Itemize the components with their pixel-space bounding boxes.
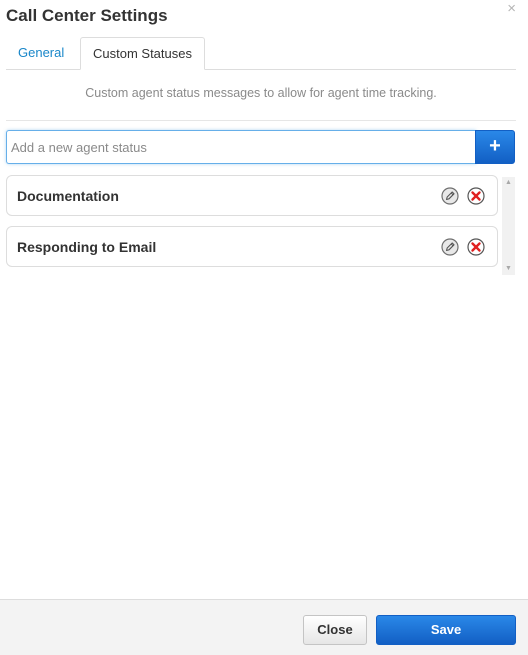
section-description: Custom agent status messages to allow fo… bbox=[85, 86, 437, 100]
add-status-row: + bbox=[6, 130, 515, 164]
tab-general[interactable]: General bbox=[6, 37, 76, 68]
plus-icon: + bbox=[489, 135, 501, 157]
dialog-footer: Close Save bbox=[0, 599, 528, 655]
status-label: Documentation bbox=[17, 188, 119, 204]
pencil-icon[interactable] bbox=[441, 187, 459, 205]
red-x-icon[interactable] bbox=[467, 187, 485, 205]
status-list: Documentation Responding to Email bbox=[6, 175, 500, 275]
add-status-button[interactable]: + bbox=[475, 130, 515, 164]
tab-bar: General Custom Statuses bbox=[6, 37, 516, 70]
pencil-icon[interactable] bbox=[441, 238, 459, 256]
status-label: Responding to Email bbox=[17, 239, 157, 255]
close-icon[interactable]: × bbox=[507, 1, 516, 16]
red-x-icon[interactable] bbox=[467, 238, 485, 256]
save-button[interactable]: Save bbox=[376, 615, 516, 645]
dialog-title: Call Center Settings bbox=[6, 6, 168, 25]
list-item: Documentation bbox=[6, 175, 498, 216]
tab-custom-statuses[interactable]: Custom Statuses bbox=[80, 37, 205, 70]
list-item: Responding to Email bbox=[6, 226, 498, 267]
scroll-up-arrow-icon[interactable]: ▲ bbox=[502, 177, 515, 189]
call-center-settings-dialog: Call Center Settings × General Custom St… bbox=[0, 0, 528, 655]
close-button[interactable]: Close bbox=[303, 615, 367, 645]
new-status-input[interactable] bbox=[6, 130, 476, 164]
divider bbox=[6, 120, 516, 121]
scroll-down-arrow-icon[interactable]: ▼ bbox=[502, 263, 515, 275]
list-scrollbar[interactable]: ▲ ▼ bbox=[502, 177, 515, 275]
